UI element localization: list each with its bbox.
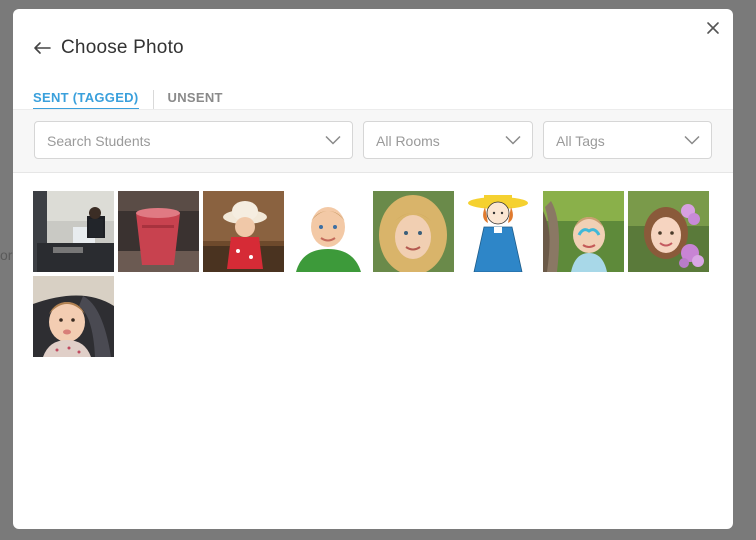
photo-thumbnail[interactable] [458,191,539,272]
photo-image [33,276,114,357]
tab-sent-tagged[interactable]: SENT (TAGGED) [33,90,139,110]
close-icon[interactable] [705,20,721,36]
photo-image [543,191,624,272]
photo-thumbnail[interactable] [33,276,114,357]
photo-image [458,191,539,272]
photo-image [118,191,199,272]
chevron-down-icon [505,135,521,145]
photo-tabs: SENT (TAGGED) UNSENT [33,89,223,111]
photo-thumbnail[interactable] [543,191,624,272]
tags-select[interactable]: All Tags [543,121,712,159]
search-students-select[interactable]: Search Students [34,121,353,159]
rooms-select[interactable]: All Rooms [363,121,533,159]
choose-photo-dialog: Choose Photo SENT (TAGGED) UNSENT Search… [13,9,733,529]
tags-selected-value: All Tags [556,133,605,149]
dialog-header: Choose Photo [32,37,184,59]
arrow-left-icon[interactable] [32,40,52,56]
filter-bar: Search Students All Rooms All Tags [13,109,733,173]
photo-thumbnail[interactable] [288,191,369,272]
photo-image [288,191,369,272]
photo-thumbnail[interactable] [373,191,454,272]
search-students-placeholder: Search Students [47,133,151,149]
photo-image [203,191,284,272]
photo-image [33,191,114,272]
chevron-down-icon [325,135,341,145]
tab-unsent[interactable]: UNSENT [168,90,223,110]
dialog-title: Choose Photo [61,37,184,58]
rooms-selected-value: All Rooms [376,133,440,149]
tab-divider [152,90,154,110]
photo-image [628,191,709,272]
backdrop-partial-text: or [0,247,13,263]
photo-image [373,191,454,272]
photo-thumbnail[interactable] [203,191,284,272]
chevron-down-icon [684,135,700,145]
photo-thumbnail[interactable] [628,191,709,272]
photo-thumbnail[interactable] [33,191,114,272]
photo-thumbnail[interactable] [118,191,199,272]
